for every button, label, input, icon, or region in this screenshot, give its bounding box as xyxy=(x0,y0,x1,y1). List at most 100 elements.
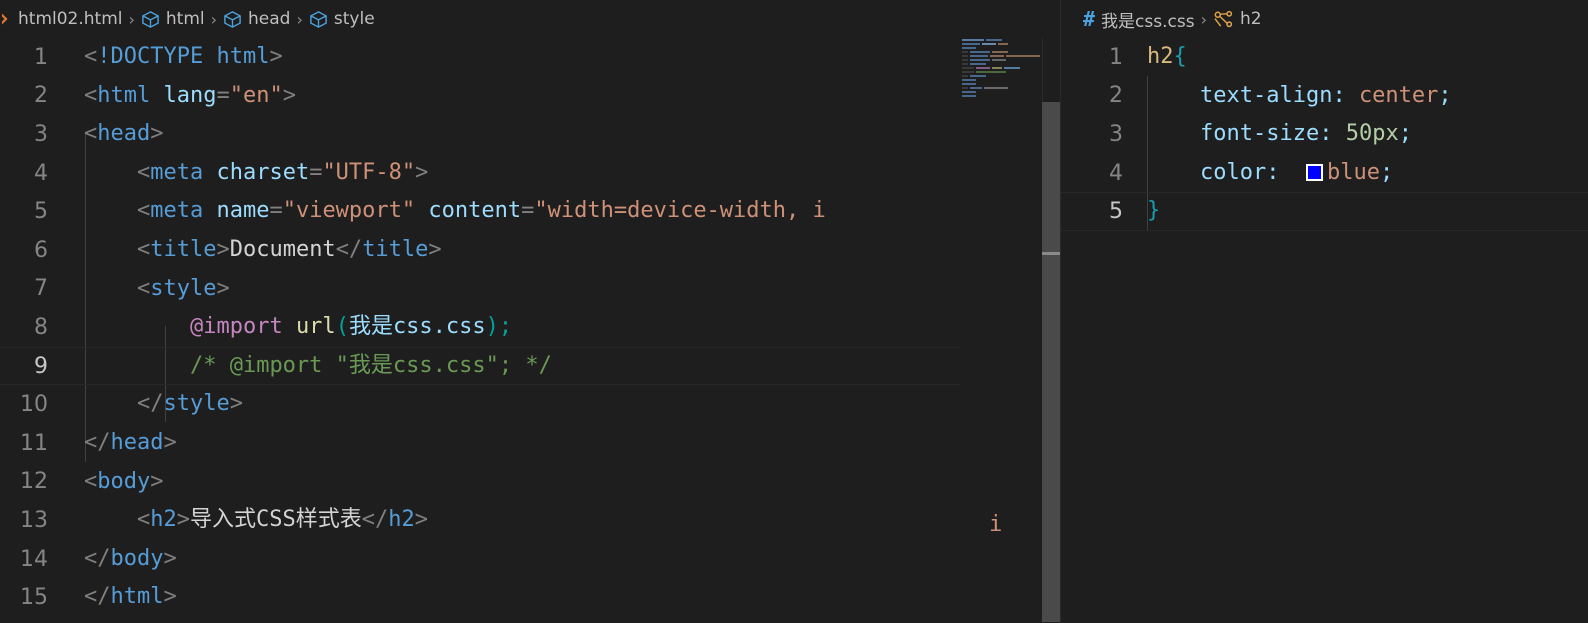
code-line[interactable]: 11 </head> xyxy=(0,424,1060,463)
code-token: ; xyxy=(1438,82,1452,108)
code-token: @import xyxy=(189,314,283,340)
code-line-content: /* @import "我是css.css"; */ xyxy=(48,347,1060,386)
line-number: 1 xyxy=(1109,44,1123,70)
code-line-content: <h2>导入式CSS样式表</h2> xyxy=(48,501,1060,540)
symbol-module-icon xyxy=(223,10,242,29)
breadcrumb-label: h2 xyxy=(1239,9,1262,29)
breadcrumb-left[interactable]: html02.html › html › head › style xyxy=(0,0,1060,38)
line-number: 3 xyxy=(1109,121,1123,147)
code-line[interactable]: 6 <title>Document</title> xyxy=(0,231,1060,270)
code-line[interactable]: 9 /* @import "我是css.css"; */ xyxy=(0,346,1060,386)
editor-pane-html: html02.html › html › head › style 1 <!DO… xyxy=(0,0,1060,623)
breadcrumb-separator: › xyxy=(210,9,218,29)
minimap-block xyxy=(990,54,1004,58)
code-line[interactable]: 4 <meta charset="UTF-8"> xyxy=(0,154,1060,193)
code-line-content: <title>Document</title> xyxy=(48,231,1060,270)
minimap-block xyxy=(970,62,986,66)
color-swatch[interactable] xyxy=(1305,163,1323,181)
code-editor-right[interactable]: 1 h2{2 text-align: center; 3 font-size: 50… xyxy=(1061,38,1588,623)
code-editor-left[interactable]: 1 <!DOCTYPE html> 2 <html lang="en"> 3 <head>… xyxy=(0,38,1060,623)
code-token: charset xyxy=(216,159,310,185)
code-token: center xyxy=(1358,82,1439,108)
code-token: > xyxy=(428,236,442,262)
code-token: name xyxy=(216,198,270,224)
code-token: "viewport" xyxy=(282,198,416,224)
code-token: ; xyxy=(498,314,513,340)
minimap-block xyxy=(962,54,968,58)
line-number: 8 xyxy=(34,314,48,340)
line-number: 14 xyxy=(20,546,48,572)
minimap-block xyxy=(962,86,968,90)
minimap-block xyxy=(962,62,968,66)
code-line[interactable]: 10 </style> xyxy=(0,385,1060,424)
breadcrumb-item-selector[interactable]: h2 xyxy=(1213,9,1262,29)
vscode-editor-window: html02.html › html › head › style 1 <!DO… xyxy=(0,0,1588,623)
code-token: < xyxy=(84,44,98,69)
code-token: < xyxy=(136,159,151,185)
breadcrumb-item-head[interactable]: head xyxy=(223,9,290,29)
code-line[interactable]: 5} xyxy=(1061,192,1588,231)
code-line-content: </body> xyxy=(48,540,1060,579)
code-line[interactable]: 1 h2{ xyxy=(1061,38,1588,77)
code-line[interactable]: 4 color: blue; xyxy=(1061,154,1588,193)
code-token: ) xyxy=(485,314,499,340)
line-number: 4 xyxy=(34,160,48,186)
minimap-block xyxy=(962,78,976,82)
line-number: 11 xyxy=(20,430,48,456)
scrollbar-thumb[interactable] xyxy=(1042,102,1060,622)
breadcrumb-label: 我是css.css xyxy=(1101,11,1195,32)
minimap-block xyxy=(962,70,974,74)
breadcrumb-right[interactable]: # 我是css.css › h2 xyxy=(1061,0,1588,38)
breadcrumb-item-style[interactable]: style xyxy=(309,9,375,29)
minimap-cursor-glyph: i xyxy=(989,512,1003,537)
breadcrumb-separator: › xyxy=(1200,9,1207,29)
code-line[interactable]: 12 <body> xyxy=(0,463,1060,502)
code-token: < xyxy=(84,121,98,147)
minimap-block xyxy=(976,66,990,70)
code-line[interactable]: 13 <h2>导入式CSS样式表</h2> xyxy=(0,501,1060,540)
minimap-block xyxy=(982,42,996,46)
minimap-block xyxy=(1006,54,1040,58)
code-token: > xyxy=(414,507,428,533)
code-line[interactable]: 7 <style> xyxy=(0,270,1060,309)
code-line[interactable]: 14 </body> xyxy=(0,540,1060,579)
code-line-content: <meta name="viewport" content="width=dev… xyxy=(48,192,1060,231)
code-line[interactable]: 8 @import url(我是css.css); xyxy=(0,308,1060,347)
code-token: html xyxy=(110,584,164,610)
code-token: > xyxy=(229,391,243,417)
line-number: 13 xyxy=(20,507,48,533)
editor-pane-css: # 我是css.css › h2 1 h2{2 text-align: cen… xyxy=(1061,0,1588,623)
line-number: 6 xyxy=(34,237,48,263)
code-line[interactable]: 2 <html lang="en"> xyxy=(0,77,1060,116)
symbol-module-icon xyxy=(141,10,160,29)
code-line[interactable]: 3 font-size: 50px; xyxy=(1061,115,1588,154)
code-token: </ xyxy=(136,391,164,417)
code-token: > xyxy=(216,275,230,301)
code-token: "UTF-8" xyxy=(322,159,416,185)
code-token: </ xyxy=(361,507,389,533)
breadcrumb-item-html[interactable]: html xyxy=(141,9,205,29)
vertical-scrollbar-left[interactable] xyxy=(1042,38,1060,623)
breadcrumb-item-cssfile[interactable]: # 我是css.css xyxy=(1083,7,1195,32)
breadcrumb-label: head xyxy=(248,9,291,29)
code-line[interactable]: 5 <meta name="viewport" content="width=d… xyxy=(0,192,1060,231)
code-token: = xyxy=(309,159,323,185)
code-line[interactable]: 15 </html> xyxy=(0,578,1060,617)
code-line[interactable]: 3 <head> xyxy=(0,115,1060,154)
code-token: </ xyxy=(84,584,111,610)
code-token: blue xyxy=(1326,159,1380,185)
code-line[interactable]: 1 <!DOCTYPE html> xyxy=(0,38,1060,77)
minimap-block xyxy=(1004,66,1020,70)
breadcrumb-item-file[interactable]: html02.html xyxy=(18,9,122,29)
code-token: ( xyxy=(335,314,349,340)
code-line[interactable]: 2 text-align: center; xyxy=(1061,77,1588,116)
code-token: > xyxy=(163,429,177,455)
